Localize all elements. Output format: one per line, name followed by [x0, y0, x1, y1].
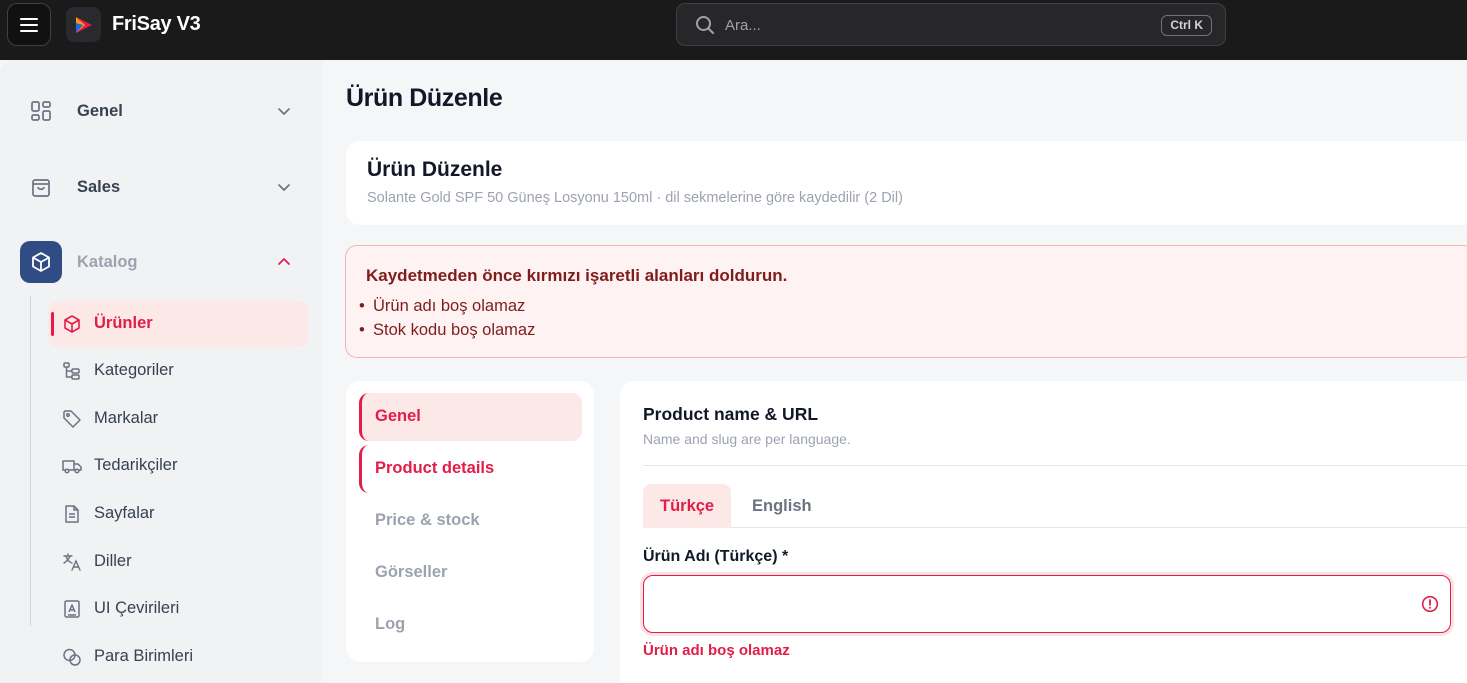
tab-english[interactable]: English — [735, 484, 829, 528]
chevron-up-icon — [278, 258, 290, 265]
sidebar-item-diller[interactable]: Diller — [48, 539, 308, 585]
translate-icon — [63, 553, 81, 571]
grid-icon — [20, 90, 62, 132]
play-logo-icon — [75, 16, 92, 33]
sidebar-item-urunler[interactable]: Ürünler — [48, 301, 308, 347]
language-tabs: Türkçe English — [643, 484, 1467, 528]
tab-label: Price & stock — [375, 511, 480, 529]
sidebar: Genel Sales Katalog Ürünler Kategoriler … — [0, 60, 322, 683]
tab-genel[interactable]: Genel — [359, 393, 582, 441]
search-input[interactable] — [725, 15, 1125, 35]
shopping-bag-icon — [20, 166, 62, 208]
product-name-label: Ürün Adı (Türkçe) * — [643, 548, 789, 565]
product-header-card: Ürün Düzenle Solante Gold SPF 50 Güneş L… — [346, 141, 1467, 225]
section-subtitle: Name and slug are per language. — [643, 431, 851, 447]
shortcut-badge: Ctrl K — [1161, 15, 1212, 36]
nav-group-label: Sales — [77, 177, 121, 196]
box-icon — [64, 315, 80, 333]
tab-product-details[interactable]: Product details — [359, 445, 582, 493]
section-tabs: Genel Product details Price & stock Görs… — [346, 381, 594, 662]
truck-icon — [62, 460, 82, 474]
sidebar-item-label: Markalar — [94, 409, 159, 427]
nav-group-label: Genel — [77, 101, 123, 120]
tab-price-stock[interactable]: Price & stock — [359, 497, 582, 545]
sidebar-item-markalar[interactable]: Markalar — [48, 396, 308, 442]
top-bar: FriSay V3 Ctrl K — [0, 0, 1467, 60]
search-icon — [696, 16, 714, 34]
file-text-icon — [64, 600, 80, 618]
tree-icon — [63, 362, 80, 380]
tab-label: Genel — [375, 407, 421, 425]
box-icon — [20, 241, 62, 283]
validation-alert: Kaydetmeden önce kırmızı işaretli alanla… — [345, 245, 1467, 358]
tab-log[interactable]: Log — [359, 601, 582, 649]
alert-item: Stok kodu boş olamaz — [359, 321, 535, 340]
error-icon — [1421, 595, 1439, 613]
file-icon — [65, 505, 79, 523]
product-header-title: Ürün Düzenle — [367, 158, 503, 181]
sidebar-item-kategoriler[interactable]: Kategoriler — [48, 348, 308, 394]
chevron-down-icon — [278, 184, 290, 191]
nav-group-label: Katalog — [77, 252, 138, 271]
sidebar-item-sayfalar[interactable]: Sayfalar — [48, 491, 308, 537]
divider — [643, 465, 1467, 466]
product-header-subtitle: Solante Gold SPF 50 Güneş Losyonu 150ml … — [367, 190, 903, 206]
product-name-input[interactable] — [643, 575, 1451, 633]
section-title: Product name & URL — [643, 404, 819, 424]
tab-turkce[interactable]: Türkçe — [643, 484, 732, 528]
coins-icon — [63, 648, 81, 666]
sidebar-item-label: Sayfalar — [94, 504, 155, 522]
nav-group-genel[interactable]: Genel — [20, 90, 300, 132]
sidebar-item-label: Para Birimleri — [94, 647, 194, 665]
page-title: Ürün Düzenle — [346, 84, 503, 112]
sidebar-item-tedarikciler[interactable]: Tedarikçiler — [48, 443, 308, 489]
alert-item: Ürün adı boş olamaz — [359, 297, 525, 316]
app-title: FriSay V3 — [112, 13, 201, 35]
tab-label: Log — [375, 615, 406, 633]
hamburger-icon — [20, 17, 38, 32]
product-name-error: Ürün adı boş olamaz — [643, 642, 790, 659]
sidebar-item-label: UI Çevirileri — [94, 599, 180, 617]
tab-label: Product details — [375, 459, 495, 477]
app-logo[interactable] — [66, 7, 101, 42]
alert-title: Kaydetmeden önce kırmızı işaretli alanla… — [366, 266, 788, 285]
sidebar-item-label: Kategoriler — [94, 361, 174, 379]
search-bar[interactable]: Ctrl K — [676, 3, 1226, 46]
tag-icon — [63, 410, 81, 428]
product-name-card: Product name & URL Name and slug are per… — [620, 381, 1467, 683]
menu-button[interactable] — [7, 3, 51, 46]
sidebar-item-label: Tedarikçiler — [94, 456, 178, 474]
sidebar-item-label: Diller — [94, 552, 132, 570]
sidebar-item-para-birimleri[interactable]: Para Birimleri — [48, 634, 308, 680]
sidebar-item-ui-cevirileri[interactable]: UI Çevirileri — [48, 586, 308, 632]
submenu-guide-line — [30, 296, 31, 626]
chevron-down-icon — [278, 108, 290, 115]
tab-gorseller[interactable]: Görseller — [359, 549, 582, 597]
nav-group-katalog[interactable]: Katalog — [20, 241, 300, 283]
tab-label: Görseller — [375, 563, 448, 581]
nav-group-sales[interactable]: Sales — [20, 166, 300, 208]
sidebar-item-label: Ürünler — [94, 314, 153, 332]
